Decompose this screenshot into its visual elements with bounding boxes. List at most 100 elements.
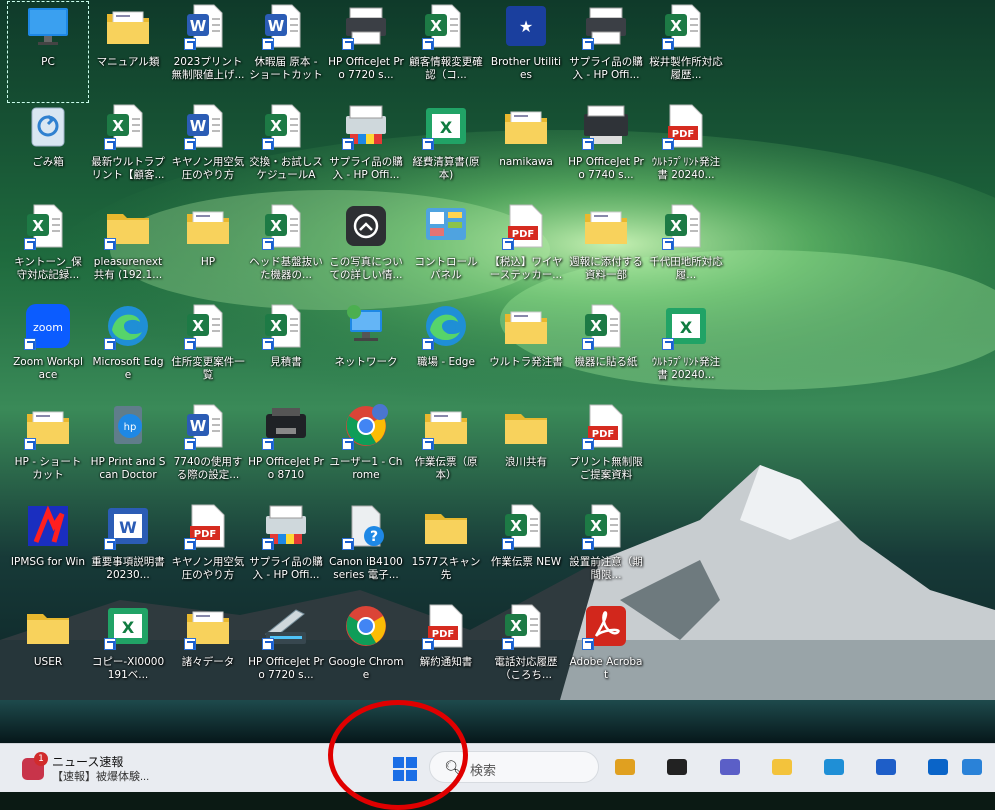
desktop-icon[interactable]: X 住所変更案件一覧 [168, 302, 248, 402]
excel-icon: X [582, 302, 630, 350]
shortcut-arrow-icon [184, 138, 196, 150]
desktop-icon-label: 顧客情報変更確認（コ... [409, 56, 483, 81]
excel-icon: X [662, 202, 710, 250]
start-button[interactable] [393, 757, 417, 781]
desktop-icon-label: キヤノン用空気圧のやり方 [171, 556, 245, 581]
file-explorer-icon[interactable] [770, 755, 794, 779]
desktop-icon[interactable]: hp HP Print and Scan Doctor [88, 402, 168, 502]
desktop-icon[interactable]: HP OfficeJet Pro 7740 s... [566, 102, 646, 202]
chat-icon[interactable] [718, 755, 742, 779]
desktop-icon[interactable]: W 重要事項説明書20230... [88, 502, 168, 602]
desktop-icon[interactable]: HP - ショートカット [8, 402, 88, 502]
taskbar-search[interactable]: 🔍︎ 検索 [429, 751, 599, 783]
desktop-icon-label: HP [200, 256, 216, 268]
desktop-icon[interactable]: X コピー-XI0000191ベ... [88, 602, 168, 702]
desktop-icon[interactable]: W キヤノン用空気圧のやり方 [168, 102, 248, 202]
desktop-icon[interactable]: コントロール パネル [406, 202, 486, 302]
desktop-icon[interactable]: HP OfficeJet Pro 7720 s... [326, 2, 406, 102]
desktop-icon[interactable]: PDF 解約通知書 [406, 602, 486, 702]
desktop-icon[interactable]: 週報に添付する資料一部 [566, 202, 646, 302]
desktop-icon-label: pleasurenext 共有 (192.1... [93, 256, 163, 281]
desktop-icon[interactable]: ウルトラ発注書 [486, 302, 566, 402]
desktop-icon[interactable]: PDF プリント無制限ご提案資料 [566, 402, 646, 502]
excel-icon: X [262, 102, 310, 150]
desktop-icon[interactable]: W 7740の使用する際の設定... [168, 402, 248, 502]
desktop-icon[interactable]: HP [168, 202, 248, 302]
desktop-icon[interactable]: この写真についての詳しい情... [326, 202, 406, 302]
outlook-icon[interactable] [926, 755, 950, 779]
desktop-icon[interactable]: X 顧客情報変更確認（コ... [406, 2, 486, 102]
desktop-icon[interactable]: X 電話対応履歴（ころち... [486, 602, 566, 702]
desktop-icon[interactable]: 浪川共有 [486, 402, 566, 502]
desktop-icon[interactable]: X 交換・お試しスケジュールA [246, 102, 326, 202]
remote-desktop-icon[interactable] [960, 755, 984, 779]
desktop-icon[interactable]: X キントーン_保守対応記録... [8, 202, 88, 302]
shortcut-arrow-icon [422, 38, 434, 50]
desktop-icon[interactable]: ごみ箱 [8, 102, 88, 202]
desktop-icon[interactable]: X 作業伝票 NEW [486, 502, 566, 602]
desktop-icon[interactable]: Adobe Acrobat [566, 602, 646, 702]
desktop-icon[interactable]: X 千代田地所対応履... [646, 202, 726, 302]
desktop-icon[interactable]: PC [7, 1, 89, 103]
desktop-icon[interactable]: W 休暇届 原本 - ショートカット [246, 2, 326, 102]
briefcase-icon[interactable] [613, 755, 637, 779]
desktop-icon[interactable]: 作業伝票（原本） [406, 402, 486, 502]
desktop-icon-label: サプライ品の購入 - HP Offi... [249, 556, 323, 581]
folder-doc-icon [502, 102, 550, 150]
desktop-icon[interactable]: PDF ｳﾙﾄﾗﾌﾟﾘﾝﾄ発注書 20240... [646, 102, 726, 202]
ipmsg-icon [24, 502, 72, 550]
desktop-icon[interactable]: zoom Zoom Workplace [8, 302, 88, 402]
desktop-icon[interactable]: マニュアル類 [88, 2, 168, 102]
pdf-icon: PDF [662, 102, 710, 150]
desktop-icon[interactable]: Microsoft Edge [88, 302, 168, 402]
desktop-icon[interactable]: namikawa [486, 102, 566, 202]
desktop-icon[interactable]: サプライ品の購入 - HP Offi... [566, 2, 646, 102]
shortcut-arrow-icon [582, 38, 594, 50]
desktop-icon[interactable]: X ｳﾙﾄﾗﾌﾟﾘﾝﾄ発注書 20240... [646, 302, 726, 402]
desktop-icon[interactable]: X 最新ウルトラプリント【顧客... [88, 102, 168, 202]
desktop-icon[interactable]: IPMSG for Win [8, 502, 88, 602]
store-icon[interactable] [874, 755, 898, 779]
desktop-icon[interactable]: X ヘッド基盤抜いた機器の... [246, 202, 326, 302]
desktop-icon[interactable]: X 見積書 [246, 302, 326, 402]
shortcut-arrow-icon [582, 338, 594, 350]
desktop-icon[interactable]: pleasurenext 共有 (192.1... [88, 202, 168, 302]
desktop-icon[interactable]: サプライ品の購入 - HP Offi... [246, 502, 326, 602]
svg-text:W: W [119, 518, 137, 537]
edge-icon[interactable] [822, 755, 846, 779]
desktop-icon-label: キヤノン用空気圧のやり方 [171, 156, 245, 181]
desktop-icon[interactable]: 1577スキャン先 [406, 502, 486, 602]
desktop-icon-label: サプライ品の購入 - HP Offi... [569, 56, 643, 81]
desktop-icon[interactable]: ★ Brother Utilities [486, 2, 566, 102]
folder-icon [502, 402, 550, 450]
desktop-icon[interactable]: ユーザー1 - Chrome [326, 402, 406, 502]
excel-green-icon: X [662, 302, 710, 350]
desktop-icon-label: HP OfficeJet Pro 7720 s... [328, 56, 404, 81]
desktop-icon[interactable]: X 設置前注意（期間限... [566, 502, 646, 602]
desktop-icon[interactable]: Google Chrome [326, 602, 406, 702]
desktop-icon[interactable]: X 機器に貼る紙 [566, 302, 646, 402]
desktop-icon[interactable]: PDF キヤノン用空気圧のやり方 [168, 502, 248, 602]
desktop-icon-label: 桜井製作所対応履歴... [649, 56, 723, 81]
desktop-icon[interactable]: USER [8, 602, 88, 702]
desktop-icon[interactable]: 諸々データ [168, 602, 248, 702]
excel-icon: X [422, 2, 470, 50]
desktop-icon[interactable]: X 桜井製作所対応履歴... [646, 2, 726, 102]
shortcut-arrow-icon [262, 38, 274, 50]
desktop-icon-label: HP Print and Scan Doctor [90, 456, 166, 481]
desktop-icon[interactable]: ネットワーク [326, 302, 406, 402]
shortcut-arrow-icon [262, 138, 274, 150]
word-blue-icon: W [104, 502, 152, 550]
desktop-icon[interactable]: ? Canon iB4100 series 電子... [326, 502, 406, 602]
desktop-icon[interactable]: HP OfficeJet Pro 7720 s... [246, 602, 326, 702]
desktop-icon-label: ｳﾙﾄﾗﾌﾟﾘﾝﾄ発注書 20240... [651, 356, 721, 381]
desktop-icon[interactable]: サプライ品の購入 - HP Offi... [326, 102, 406, 202]
desktop-icon[interactable]: W 2023プリント無制限値上げ... [168, 2, 248, 102]
desktop-icon[interactable]: PDF 【税込】ワイヤーステッカー... [486, 202, 566, 302]
news-widget[interactable]: 1 ニュース速報 【速報】被爆体験... [22, 752, 149, 786]
desktop-icon[interactable]: HP OfficeJet Pro 8710 [246, 402, 326, 502]
shortcut-arrow-icon [262, 438, 274, 450]
desktop-icon[interactable]: 職場 - Edge [406, 302, 486, 402]
desktop-icon[interactable]: X 経費清算書(原本) [406, 102, 486, 202]
task-view-icon[interactable] [665, 755, 689, 779]
